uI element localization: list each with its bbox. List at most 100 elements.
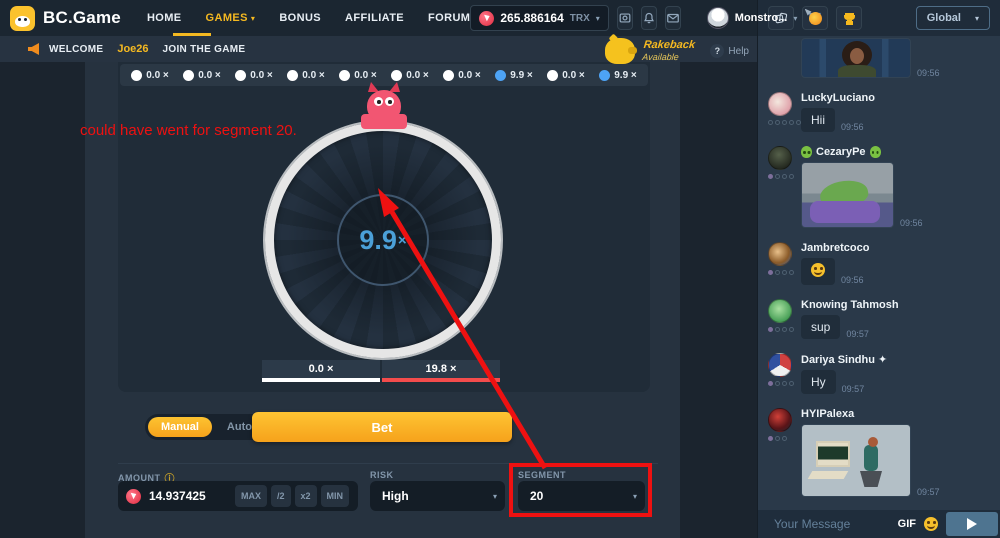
chat-message: LuckyLuciano Hii 09:56	[768, 90, 994, 132]
history-multiplier[interactable]: 9.9 ×	[495, 70, 533, 81]
emoji-picker-button[interactable]	[924, 517, 938, 531]
welcome-username[interactable]: Joe26	[117, 43, 148, 55]
segment-dropdown[interactable]: 20 ▾	[518, 481, 645, 511]
user-name: Monstro...	[735, 12, 788, 24]
history-multiplier[interactable]: 0.0 ×	[339, 70, 377, 81]
level-dots	[768, 327, 794, 332]
bcgame-logo[interactable]: BC.Game	[10, 6, 121, 31]
history-multiplier[interactable]: 9.9 ×	[599, 70, 637, 81]
nav-affiliate[interactable]: AFFILIATE	[345, 12, 404, 24]
rakeback-piggy-icon[interactable]	[605, 38, 635, 64]
chat-message: 09:56	[768, 38, 994, 78]
risk-dropdown[interactable]: High ▾	[370, 481, 505, 511]
smiley-emoji	[924, 517, 938, 531]
avatar[interactable]	[768, 242, 792, 266]
leaderboard-button[interactable]	[836, 6, 862, 30]
vault-button[interactable]	[617, 6, 633, 30]
multiplier-label: 0.0 ×	[458, 70, 481, 81]
history-multiplier[interactable]: 0.0 ×	[547, 70, 585, 81]
notifications-button[interactable]	[641, 6, 657, 30]
nav-bonus[interactable]: BONUS	[279, 12, 321, 24]
history-multiplier[interactable]: 0.0 ×	[183, 70, 221, 81]
history-multiplier[interactable]: 0.0 ×	[391, 70, 429, 81]
level-dots	[768, 381, 794, 386]
chat-region-dropdown[interactable]: Global ▾	[916, 6, 990, 30]
timestamp: 09:57	[846, 329, 869, 339]
gif-button[interactable]: GIF	[898, 518, 916, 530]
chevron-down-icon: ▾	[493, 492, 497, 501]
bell-icon	[642, 11, 656, 25]
chat-username[interactable]: Knowing Tahmosh	[801, 299, 994, 311]
chat-message-input[interactable]	[772, 516, 890, 532]
multiplier-label: 9.9 ×	[510, 70, 533, 81]
multiplier-history: 0.0 × 0.0 × 0.0 × 0.0 × 0.0 × 0.0 × 0.0 …	[120, 64, 648, 86]
payout-tab-19x[interactable]: 19.8 ×	[382, 360, 500, 382]
multiplier-label: 0.0 ×	[198, 70, 221, 81]
avatar[interactable]	[768, 299, 792, 323]
timestamp: 09:56	[841, 275, 864, 285]
bcgame-logo-icon	[10, 6, 35, 31]
smiley-emoji	[811, 263, 825, 277]
half-button[interactable]: /2	[271, 485, 291, 507]
chat-message: Dariya Sindhu ✦ Hy 09:57	[768, 351, 994, 394]
payout-tab-0x[interactable]: 0.0 ×	[262, 360, 380, 382]
chat-gif	[801, 162, 894, 228]
history-multiplier[interactable]: 0.0 ×	[443, 70, 481, 81]
user-menu[interactable]: Monstro... ▾	[707, 7, 798, 29]
level-dots	[768, 120, 801, 125]
send-button[interactable]	[946, 512, 998, 536]
multiplier-label: 0.0 ×	[302, 70, 325, 81]
avatar[interactable]	[768, 408, 792, 432]
level-dots	[768, 174, 794, 179]
nav-games[interactable]: GAMES▾	[206, 12, 256, 24]
bet-button[interactable]: Bet	[252, 412, 512, 442]
history-multiplier[interactable]: 0.0 ×	[235, 70, 273, 81]
chat-username[interactable]: HYIPalexa	[801, 408, 994, 420]
multiplier-dot	[339, 70, 350, 81]
trophy-icon	[843, 12, 856, 25]
chat-bubble: Hy	[801, 370, 836, 394]
messages-button[interactable]	[665, 6, 681, 30]
main-column: BC.Game HOME GAMES▾ BONUS AFFILIATE FORU…	[0, 0, 757, 538]
avatar[interactable]	[768, 146, 792, 170]
max-button[interactable]: MAX	[235, 485, 267, 507]
question-icon: ?	[710, 44, 724, 58]
balance-selector[interactable]: 265.886164 TRX ▾	[470, 5, 608, 31]
multiplier-dot	[287, 70, 298, 81]
top-navbar: BC.Game HOME GAMES▾ BONUS AFFILIATE FORU…	[0, 0, 757, 36]
balance-currency: TRX	[570, 13, 590, 24]
multiplier-dot	[183, 70, 194, 81]
bc-game-app: BC.Game HOME GAMES▾ BONUS AFFILIATE FORU…	[0, 0, 1000, 538]
amount-input[interactable]	[147, 488, 231, 504]
nav-home[interactable]: HOME	[147, 12, 182, 24]
timestamp: 09:57	[842, 384, 865, 394]
timestamp: 09:56	[917, 68, 940, 78]
manual-mode-button[interactable]: Manual	[148, 417, 212, 437]
history-multiplier[interactable]: 0.0 ×	[287, 70, 325, 81]
chat-message: Jambretcoco 09:56	[768, 240, 994, 285]
history-multiplier[interactable]: 0.0 ×	[131, 70, 169, 81]
chat-gif	[801, 38, 911, 78]
chat-username[interactable]: CezaryPe	[801, 146, 994, 158]
chat-username[interactable]: Jambretcoco	[801, 242, 994, 254]
chat-username[interactable]: Dariya Sindhu ✦	[801, 353, 994, 366]
chat-input-bar: GIF	[758, 510, 1000, 538]
chevron-down-icon: ▾	[596, 14, 600, 23]
fireball-icon	[809, 12, 822, 25]
avatar[interactable]	[768, 353, 792, 377]
chat-messages: 09:56 LuckyLuciano Hii 09:56	[758, 36, 1000, 510]
avatar[interactable]	[768, 92, 792, 116]
help-button[interactable]: ? Help	[710, 44, 749, 58]
chat-username[interactable]: LuckyLuciano	[801, 92, 994, 104]
timestamp: 09:56	[841, 122, 864, 132]
divider	[118, 463, 658, 464]
double-button[interactable]: x2	[295, 485, 317, 507]
min-button[interactable]: MIN	[321, 485, 350, 507]
vault-icon	[618, 11, 632, 25]
chat-message: Knowing Tahmosh sup 09:57	[768, 297, 994, 339]
nav-forum[interactable]: FORUM	[428, 12, 470, 24]
multiplier-dot	[443, 70, 454, 81]
timestamp: 09:57	[917, 487, 940, 497]
rakeback-banner[interactable]: Rakeback Available	[642, 40, 696, 62]
megaphone-icon	[28, 43, 39, 55]
